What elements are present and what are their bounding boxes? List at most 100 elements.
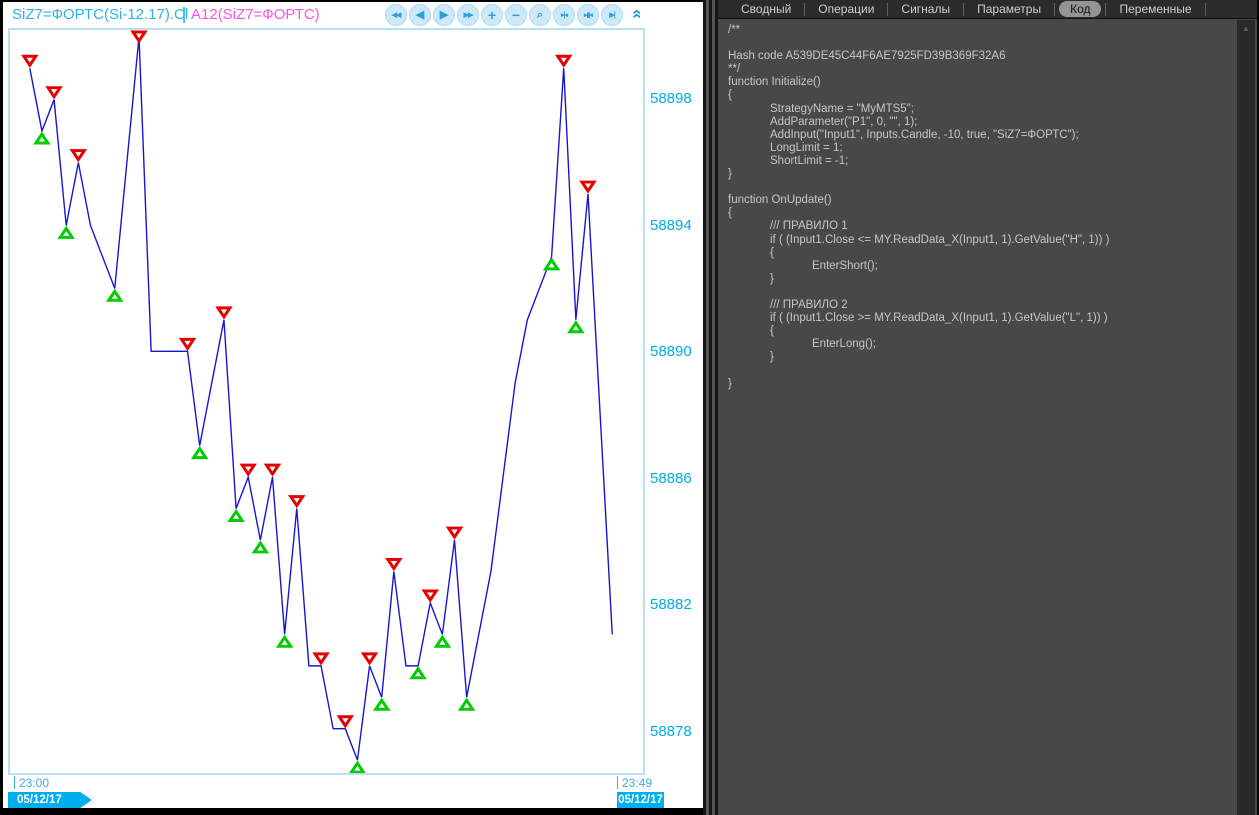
code-line: function OnUpdate() bbox=[718, 194, 1228, 207]
chart-header: SiZ7=ФОРТС(Si-12.17).Cl A12(SiZ7=ФОРТС) … bbox=[3, 2, 703, 28]
code-line bbox=[718, 181, 1228, 194]
compress-candles-button[interactable]: ▸▮◂ bbox=[577, 4, 599, 26]
zoom-out-button[interactable]: − bbox=[505, 4, 527, 26]
end-date-badge[interactable]: 05/12/17 bbox=[617, 792, 664, 808]
chart-panel: SiZ7=ФОРТС(Si-12.17).Cl A12(SiZ7=ФОРТС) … bbox=[0, 0, 703, 808]
code-line: Hash code A539DE45C44F6AE7925FD39B369F32… bbox=[718, 50, 1228, 63]
step-forward-fast-icon: ▶▶ bbox=[464, 12, 473, 19]
code-line: AddInput("Input1", Inputs.Candle, -10, t… bbox=[718, 129, 1228, 142]
chart-title-strategy: A12(SiZ7=ФОРТС) bbox=[191, 6, 320, 23]
tab-переменные[interactable]: Переменные bbox=[1106, 2, 1204, 16]
buy-signal-marker bbox=[412, 669, 424, 678]
tab-сводный[interactable]: Сводный bbox=[728, 2, 804, 16]
code-line: AddParameter("P1", 0, "", 1); bbox=[718, 116, 1228, 129]
step-back-fast-button[interactable]: ◀◀ bbox=[385, 4, 407, 26]
sell-signal-marker bbox=[48, 88, 60, 97]
sell-signal-marker bbox=[449, 528, 461, 537]
code-line: function Initialize() bbox=[718, 76, 1228, 89]
code-line: { bbox=[718, 207, 1228, 220]
panel-splitter[interactable] bbox=[703, 0, 718, 815]
app-window: SiZ7=ФОРТС(Si-12.17).Cl A12(SiZ7=ФОРТС) … bbox=[0, 0, 1259, 815]
code-line: } bbox=[718, 351, 1228, 364]
price-tick-label: 58898 bbox=[650, 90, 692, 107]
sell-signal-marker bbox=[182, 339, 194, 348]
time-label-end: 23:49 bbox=[622, 776, 652, 790]
tab-bar: СводныйОперацииСигналыПараметры Код Переме… bbox=[718, 0, 1257, 19]
sell-signal-marker bbox=[24, 56, 36, 65]
time-tick-end bbox=[617, 776, 618, 789]
tab-код[interactable]: Код bbox=[1059, 1, 1101, 17]
step-forward-fast-button[interactable]: ▶▶ bbox=[457, 4, 479, 26]
price-tick-label: 58886 bbox=[650, 470, 692, 487]
price-axis: 588985889458890588865888258878 bbox=[650, 28, 703, 775]
code-editor[interactable]: /** Hash code A539DE45C44F6AE7925FD39B369… bbox=[718, 20, 1257, 815]
title-divider bbox=[183, 7, 185, 23]
time-label-start: 23:00 bbox=[19, 776, 49, 790]
zoom-window-button[interactable]: ⌕ bbox=[529, 4, 551, 26]
code-line: } bbox=[718, 168, 1228, 181]
go-to-end-icon: ▶| bbox=[609, 12, 614, 19]
buy-signal-marker bbox=[546, 260, 558, 269]
step-forward-button[interactable]: ▶ bbox=[433, 4, 455, 26]
sell-signal-marker bbox=[388, 560, 400, 569]
tab-сигналы[interactable]: Сигналы bbox=[888, 2, 963, 16]
sell-signal-marker bbox=[315, 654, 327, 663]
sell-signal-marker bbox=[133, 32, 145, 41]
buy-signal-marker bbox=[351, 763, 363, 772]
chart-toolbar: ◀◀◀▶▶▶+−⌕▸|◂▸▮◂▶| bbox=[385, 3, 623, 27]
buy-signal-marker bbox=[230, 512, 242, 521]
code-line: LongLimit = 1; bbox=[718, 142, 1228, 155]
step-back-button[interactable]: ◀ bbox=[409, 4, 431, 26]
scroll-up-icon[interactable]: ▲ bbox=[1237, 24, 1255, 33]
buy-signal-marker bbox=[109, 291, 121, 300]
sell-signal-marker bbox=[218, 308, 230, 317]
sell-signal-marker bbox=[267, 465, 279, 474]
chart-title-instrument: SiZ7=ФОРТС(Si-12.17).Cl bbox=[12, 6, 188, 23]
code-line: /// ПРАВИЛО 1 bbox=[718, 220, 1228, 233]
tab-операции[interactable]: Операции bbox=[805, 2, 887, 16]
code-line: ShortLimit = -1; bbox=[718, 155, 1228, 168]
sell-signal-marker bbox=[582, 182, 594, 191]
code-line: EnterShort(); bbox=[718, 260, 1228, 273]
step-back-icon: ◀ bbox=[416, 10, 424, 21]
buy-signal-marker bbox=[254, 543, 266, 552]
sell-signal-marker bbox=[291, 497, 303, 506]
code-line: { bbox=[718, 89, 1228, 102]
step-forward-icon: ▶ bbox=[440, 10, 448, 21]
splitter-ridge bbox=[706, 0, 709, 815]
window-edge-left bbox=[0, 0, 3, 808]
start-date-badge[interactable]: 05/12/17 bbox=[8, 792, 92, 808]
code-scrollbar[interactable]: ▲ bbox=[1237, 20, 1255, 815]
code-line bbox=[718, 37, 1228, 50]
sell-signal-marker bbox=[364, 654, 376, 663]
compress-horizontal-button[interactable]: ▸|◂ bbox=[553, 4, 575, 26]
collapse-toolbar-button[interactable]: « bbox=[629, 4, 647, 24]
buy-signal-marker bbox=[60, 228, 72, 237]
price-tick-label: 58878 bbox=[650, 723, 692, 740]
price-tick-label: 58882 bbox=[650, 596, 692, 613]
go-to-end-button[interactable]: ▶| bbox=[601, 4, 623, 26]
compress-horizontal-icon: ▸|◂ bbox=[561, 12, 567, 19]
buy-signal-marker bbox=[461, 700, 473, 709]
code-line: if ( (Input1.Close <= MY.ReadData_X(Inpu… bbox=[718, 234, 1228, 247]
sell-signal-marker bbox=[72, 151, 84, 160]
compress-candles-icon: ▸▮◂ bbox=[584, 12, 592, 19]
code-line bbox=[718, 364, 1228, 377]
date-axis: 05/12/17 05/12/17 bbox=[0, 792, 703, 808]
chart-plot-area[interactable] bbox=[8, 28, 645, 775]
sell-signal-marker bbox=[558, 56, 570, 65]
zoom-in-button[interactable]: + bbox=[481, 4, 503, 26]
tab-separator bbox=[1205, 3, 1206, 16]
code-panel: СводныйОперацииСигналыПараметры Код Переме… bbox=[718, 0, 1257, 815]
tab-параметры[interactable]: Параметры bbox=[964, 2, 1054, 16]
time-tick-start bbox=[14, 776, 15, 789]
chevron-up-icon: « bbox=[628, 9, 648, 18]
zoom-window-icon: ⌕ bbox=[537, 10, 543, 21]
code-line: if ( (Input1.Close >= MY.ReadData_X(Inpu… bbox=[718, 312, 1228, 325]
time-axis: 23:00 23:49 bbox=[0, 775, 703, 792]
code-line bbox=[718, 286, 1228, 299]
code-line: **/ bbox=[718, 63, 1228, 76]
code-line: /** bbox=[718, 24, 1228, 37]
price-line-chart bbox=[10, 30, 643, 773]
price-line bbox=[30, 37, 612, 760]
